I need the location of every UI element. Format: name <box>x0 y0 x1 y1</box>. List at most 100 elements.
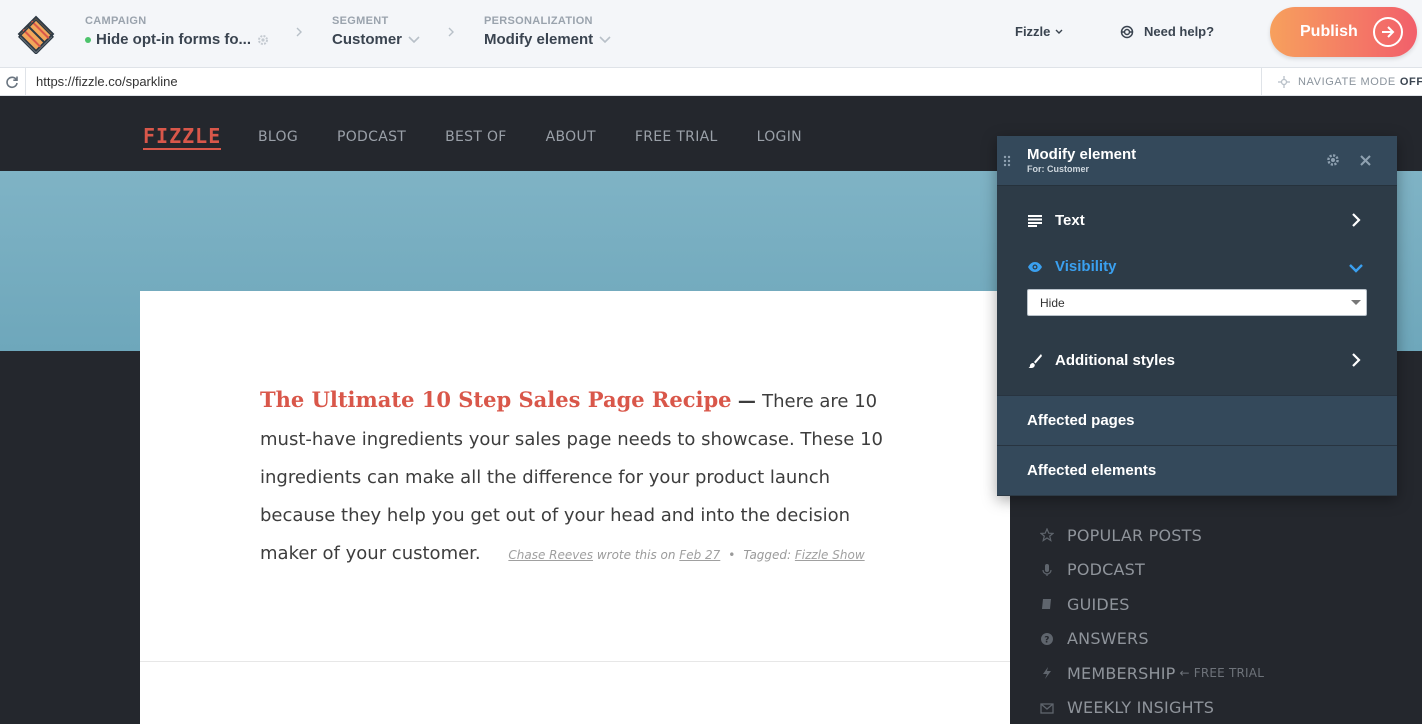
sidebar-item-podcast[interactable]: PODCAST <box>1040 553 1264 588</box>
book-icon <box>1042 599 1051 610</box>
em-dash: — <box>731 391 763 412</box>
post-title-link[interactable]: The Ultimate 10 Step Sales Page Recipe <box>260 387 732 412</box>
visibility-select-value: Hide <box>1040 296 1065 310</box>
publish-button[interactable]: Publish <box>1270 7 1417 57</box>
sidebar-item-answers[interactable]: ? ANSWERS <box>1040 622 1264 657</box>
personalization-name: Modify element <box>484 31 594 48</box>
refresh-icon[interactable] <box>5 75 19 89</box>
meta-tagged: Tagged: <box>743 548 795 562</box>
url-bar: https://fizzle.co/sparkline NAVIGATE MOD… <box>0 68 1422 96</box>
affected-elements-label: Affected elements <box>1027 462 1157 479</box>
close-icon[interactable] <box>1360 155 1371 166</box>
site-menu: BLOG PODCAST BEST OF ABOUT FREE TRIAL LO… <box>258 129 841 145</box>
visibility-option[interactable]: Visibility <box>1027 258 1116 275</box>
panel-title: Modify element <box>1027 146 1137 163</box>
sidebar-item-label: PODCAST <box>1067 560 1146 580</box>
align-left-icon <box>1028 214 1042 227</box>
segment-name: Customer <box>332 31 403 48</box>
sidebar-item-label: GUIDES <box>1067 594 1130 614</box>
sidebar-item-membership[interactable]: MEMBERSHIP ← FREE TRIAL <box>1040 656 1264 691</box>
sidebar-item-label: POPULAR POSTS <box>1067 525 1202 545</box>
campaign-label: CAMPAIGN <box>85 15 147 27</box>
gear-icon[interactable] <box>1326 153 1340 167</box>
site-menu-login[interactable]: LOGIN <box>757 129 802 145</box>
chevron-down-icon <box>599 35 611 43</box>
date-link[interactable]: Feb 27 <box>679 548 720 562</box>
brush-icon <box>1028 353 1042 368</box>
post-card: The Ultimate 10 Step Sales Page Recipe —… <box>140 291 1010 724</box>
site-menu-free-trial[interactable]: FREE TRIAL <box>635 129 718 145</box>
envelope-icon <box>1040 703 1054 714</box>
chevron-down-icon <box>408 35 420 43</box>
site-menu-best-of[interactable]: BEST OF <box>445 129 507 145</box>
site-logo[interactable]: FIZZLE <box>143 124 222 150</box>
chevron-down-icon[interactable] <box>1349 263 1363 273</box>
bolt-icon <box>1043 667 1051 680</box>
navigate-mode-toggle[interactable]: NAVIGATE MODE OFF <box>1278 76 1422 88</box>
question-icon: ? <box>1041 632 1053 645</box>
visibility-option-label: Visibility <box>1055 258 1117 275</box>
sidebar-item-weekly-insights[interactable]: WEEKLY INSIGHTS <box>1040 691 1264 724</box>
star-icon <box>1040 528 1054 543</box>
help-label: Need help? <box>1144 24 1215 39</box>
eye-icon <box>1028 261 1042 272</box>
site-menu-about[interactable]: ABOUT <box>546 129 596 145</box>
chevron-right-icon[interactable] <box>1351 353 1361 367</box>
affected-pages-section[interactable]: Affected pages <box>997 395 1397 445</box>
active-status-dot <box>85 36 91 43</box>
text-option[interactable]: Text <box>1027 212 1085 229</box>
panel-header[interactable]: Modify element For: Customer <box>997 136 1397 186</box>
segment-label: SEGMENT <box>332 15 389 27</box>
modify-element-panel: Modify element For: Customer Text Visibi… <box>997 136 1397 496</box>
editor-topbar: CAMPAIGN Hide opt-in forms fo... SEGMENT… <box>0 0 1422 68</box>
breadcrumb-personalization[interactable]: PERSONALIZATION Modify element <box>484 15 611 48</box>
text-option-label: Text <box>1055 212 1085 229</box>
divider <box>140 661 1010 662</box>
visibility-select[interactable]: Hide <box>1027 289 1367 316</box>
tag-link[interactable]: Fizzle Show <box>795 548 865 562</box>
site-menu-podcast[interactable]: PODCAST <box>337 129 406 145</box>
gear-icon[interactable] <box>257 34 269 46</box>
sidebar-item-guides[interactable]: GUIDES <box>1040 587 1264 622</box>
drag-handle-icon[interactable] <box>1003 155 1011 167</box>
microphone-icon <box>1042 563 1052 576</box>
affected-elements-section[interactable]: Affected elements <box>997 445 1397 495</box>
site-menu-blog[interactable]: BLOG <box>258 129 298 145</box>
app-logo-icon[interactable] <box>16 14 56 54</box>
additional-styles-option[interactable]: Additional styles <box>1027 352 1175 369</box>
chevron-right-icon <box>296 27 302 37</box>
help-link[interactable]: Need help? <box>1120 24 1214 39</box>
account-dropdown[interactable]: Fizzle <box>1015 24 1063 39</box>
caret-down-icon <box>1351 300 1361 305</box>
url-input[interactable]: https://fizzle.co/sparkline <box>36 74 178 89</box>
author-link[interactable]: Chase Reeves <box>508 548 593 562</box>
additional-styles-label: Additional styles <box>1055 352 1176 369</box>
site-sidebar: POPULAR POSTS PODCAST GUIDES ? ANSWERS M… <box>1040 518 1264 724</box>
free-trial-hint[interactable]: ← FREE TRIAL <box>1179 666 1264 680</box>
chevron-right-icon <box>448 27 454 37</box>
svg-text:?: ? <box>1044 635 1049 645</box>
post-excerpt: The Ultimate 10 Step Sales Page Recipe —… <box>260 381 900 574</box>
post-meta: Chase Reeves wrote this on Feb 27 • Tagged… <box>508 548 864 562</box>
affected-pages-label: Affected pages <box>1027 412 1135 429</box>
divider <box>1261 68 1262 96</box>
publish-label: Publish <box>1300 23 1358 40</box>
navigate-mode-label: NAVIGATE MODE <box>1298 76 1396 88</box>
sidebar-item-label: WEEKLY INSIGHTS <box>1067 698 1215 718</box>
chevron-down-icon <box>1055 29 1063 34</box>
campaign-name: Hide opt-in forms fo... <box>96 31 251 48</box>
sidebar-item-label: MEMBERSHIP <box>1067 663 1176 683</box>
breadcrumb-segment[interactable]: SEGMENT Customer <box>332 15 420 48</box>
post-body: There are 10 must-have ingredients your … <box>260 391 883 564</box>
personalization-label: PERSONALIZATION <box>484 15 593 27</box>
navigate-mode-state: OFF <box>1399 76 1422 88</box>
meta-bullet: • <box>728 548 736 562</box>
panel-subtitle: For: Customer <box>1027 164 1090 174</box>
breadcrumb-campaign[interactable]: CAMPAIGN Hide opt-in forms fo... <box>85 15 269 48</box>
move-icon <box>1278 76 1290 88</box>
account-name: Fizzle <box>1015 24 1051 39</box>
sidebar-item-label: ANSWERS <box>1067 629 1149 649</box>
meta-wrote: wrote this on <box>593 548 680 562</box>
chevron-right-icon[interactable] <box>1351 213 1361 227</box>
sidebar-item-popular-posts[interactable]: POPULAR POSTS <box>1040 518 1264 553</box>
